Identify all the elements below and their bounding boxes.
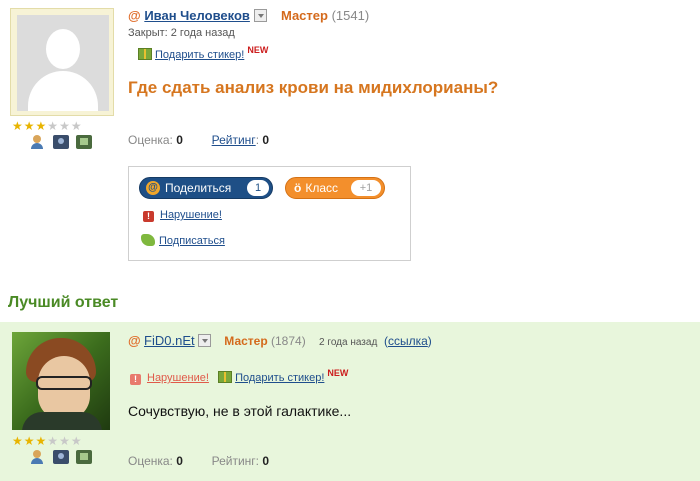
- subscribe-row: Подписаться: [141, 234, 225, 247]
- mail-at-icon: @: [128, 333, 141, 348]
- rating-separator: :: [255, 133, 260, 147]
- rating-value: 0: [262, 133, 270, 147]
- author-menu-dropdown-icon[interactable]: [197, 334, 211, 347]
- question-author-level: Мастер: [280, 8, 328, 23]
- answer-violation-link[interactable]: Нарушение!: [147, 372, 209, 384]
- star-empty-icon: ★: [47, 119, 59, 133]
- user-profile-icon[interactable]: [30, 135, 46, 149]
- answer-actions: ! Нарушение! Подарить стикер! NEW: [130, 368, 348, 385]
- gift-icon: [218, 371, 233, 383]
- answer-stats: Оценка: 0 Рейтинг: 0: [128, 454, 269, 468]
- photo-camera-icon[interactable]: [53, 450, 69, 464]
- answer-gift-sticker-link[interactable]: Подарить стикер!: [235, 372, 324, 384]
- question-title: Где сдать анализ крови на мидихлорианы?: [128, 78, 499, 97]
- question-stats: Оценка: 0 Рейтинг: 0: [128, 133, 269, 147]
- share-count: 1: [247, 180, 269, 196]
- class-button[interactable]: ӧ Класс +1: [285, 177, 385, 199]
- video-icon[interactable]: [76, 135, 92, 149]
- answer-author-points: (1874): [271, 334, 306, 348]
- class-button-label: Класс: [305, 181, 339, 195]
- star-empty-icon: ★: [59, 434, 70, 448]
- class-count: +1: [351, 180, 381, 196]
- star-empty-icon: ★: [59, 119, 70, 133]
- warning-icon: !: [143, 211, 154, 222]
- answer-author-level: Мастер: [224, 334, 268, 348]
- score-label: Оценка:: [128, 454, 173, 468]
- default-avatar-silhouette: [17, 15, 109, 111]
- video-icon[interactable]: [76, 450, 92, 464]
- star-empty-icon: ★: [70, 434, 82, 448]
- score-label: Оценка:: [128, 133, 173, 147]
- star-empty-icon: ★: [47, 434, 59, 448]
- answer-permalink[interactable]: ссылка: [388, 334, 428, 348]
- violation-link[interactable]: Нарушение!: [160, 209, 222, 221]
- answer-author-avatar[interactable]: [12, 332, 110, 430]
- mail-at-icon: @: [128, 8, 141, 23]
- question-author-rating-stars: ★ ★ ★ ★ ★ ★: [12, 120, 82, 132]
- mail-at-icon: @: [146, 181, 160, 195]
- star-filled-icon: ★: [23, 119, 35, 133]
- best-answer-text: Сочувствую, не в этой галактике...: [128, 403, 352, 419]
- star-filled-icon: ★: [35, 434, 47, 448]
- rating-link[interactable]: Рейтинг: [212, 133, 256, 147]
- question-author-line: @ Иван Человеков Мастер (1541): [128, 8, 369, 23]
- share-panel: @ Поделиться 1 ӧ Класс +1 ! Нарушение! По…: [128, 166, 411, 261]
- answer-author-rating-stars: ★ ★ ★ ★ ★ ★: [12, 435, 82, 447]
- score-value: 0: [176, 454, 183, 468]
- violation-row: ! Нарушение!: [143, 209, 222, 222]
- star-empty-icon: ★: [70, 119, 82, 133]
- question-author-name[interactable]: Иван Человеков: [144, 8, 250, 23]
- question-author-icons: [30, 135, 92, 149]
- new-badge: NEW: [327, 368, 349, 378]
- star-filled-icon: ★: [12, 119, 23, 133]
- answer-author-icons: [30, 450, 92, 464]
- question-author-points: (1541): [331, 8, 370, 23]
- answer-time: 2 года назад: [319, 337, 378, 348]
- warning-icon: !: [130, 374, 141, 385]
- question-gift-sticker: Подарить стикер! NEW: [138, 45, 268, 61]
- odnoklassniki-icon: ӧ: [294, 181, 302, 195]
- score-value: 0: [176, 133, 183, 147]
- question-author-avatar[interactable]: [10, 8, 114, 116]
- question-closed-status: Закрыт: 2 года назад: [128, 27, 235, 39]
- answer-author-name[interactable]: FiD0.nEt: [144, 333, 195, 348]
- star-filled-icon: ★: [35, 119, 47, 133]
- subscribe-link[interactable]: Подписаться: [159, 235, 225, 247]
- gift-icon: [138, 48, 152, 60]
- best-answer-heading: Лучший ответ: [8, 294, 119, 311]
- share-button[interactable]: @ Поделиться 1: [139, 177, 273, 199]
- link-paren-close: ): [427, 334, 432, 348]
- share-button-label: Поделиться: [165, 181, 232, 195]
- subscribe-leaf-icon: [141, 234, 155, 246]
- answer-author-line: @ FiD0.nEt Мастер (1874) 2 года назад (с…: [128, 333, 432, 348]
- author-menu-dropdown-icon[interactable]: [253, 9, 267, 22]
- rating-label: Рейтинг:: [211, 454, 260, 468]
- star-filled-icon: ★: [23, 434, 35, 448]
- photo-camera-icon[interactable]: [53, 135, 69, 149]
- new-badge: NEW: [247, 45, 269, 55]
- gift-sticker-link[interactable]: Подарить стикер!: [155, 49, 244, 61]
- rating-value: 0: [262, 454, 270, 468]
- star-filled-icon: ★: [12, 434, 23, 448]
- user-profile-icon[interactable]: [30, 450, 46, 464]
